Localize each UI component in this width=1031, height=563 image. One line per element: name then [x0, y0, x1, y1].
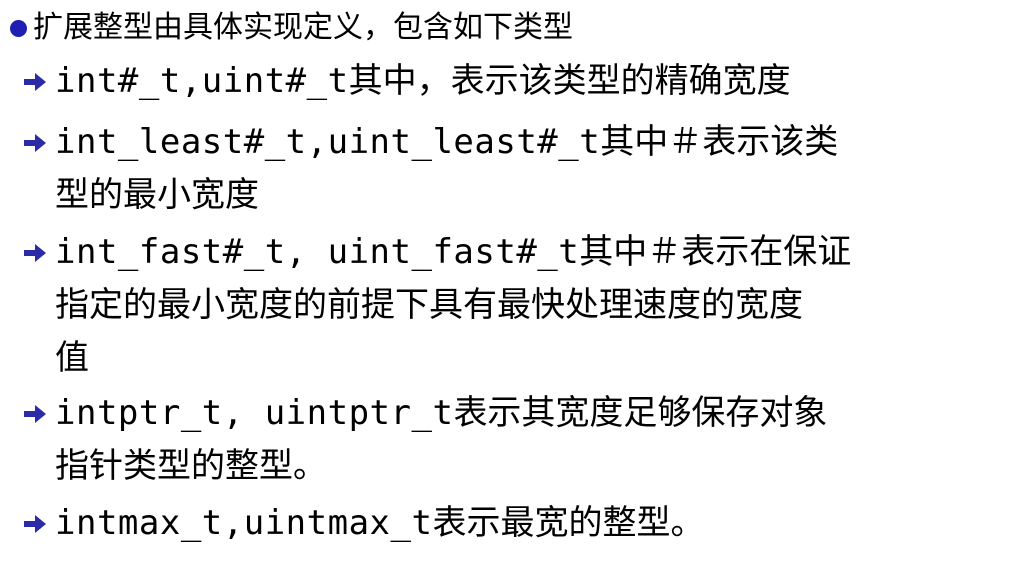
item-code: int_fast#_t, uint_fast#_t: [55, 232, 580, 272]
item-text: 其中，表示该类型的精确宽度: [348, 61, 791, 101]
item-text: 指定的最小宽度的前提下具有最快处理速度的宽度: [55, 285, 803, 325]
item-line: int_least#_t,uint_least#_t 其中＃表示该类: [22, 116, 997, 169]
item-code: int_least#_t,uint_least#_t: [55, 122, 601, 162]
item-line-continued: 型的最小宽度: [22, 169, 997, 222]
item-code: int#_t,uint#_t: [55, 61, 349, 101]
heading-text: 扩展整型由具体实现定义，包含如下类型: [33, 10, 573, 45]
item-line-continued: 指定的最小宽度的前提下具有最快处理速度的宽度: [22, 279, 997, 332]
item-code: intmax_t,uintmax_t: [55, 503, 433, 543]
item-line-continued: 指针类型的整型。: [22, 440, 997, 493]
slide: 扩展整型由具体实现定义，包含如下类型 int#_t,uint#_t 其中，表示该…: [0, 0, 1031, 563]
item-line: intmax_t,uintmax_t 表示最宽的整型。: [22, 497, 997, 550]
item-text: 值: [55, 338, 89, 378]
bullet-dot-icon: [10, 19, 27, 37]
item-text: 表示其宽度足够保存对象: [453, 393, 828, 433]
list-item: int_least#_t,uint_least#_t 其中＃表示该类 型的最小宽…: [22, 116, 997, 222]
item-text: 其中＃表示在保证: [579, 232, 852, 272]
item-text: 指针类型的整型。: [55, 446, 327, 486]
list-item: int#_t,uint#_t 其中，表示该类型的精确宽度: [22, 55, 997, 108]
right-arrow-icon: [22, 69, 48, 95]
item-text: 型的最小宽度: [55, 175, 259, 215]
right-arrow-icon: [22, 240, 48, 266]
item-line: int_fast#_t, uint_fast#_t 其中＃表示在保证: [22, 226, 997, 279]
right-arrow-icon: [22, 511, 48, 537]
item-text: 其中＃表示该类: [600, 122, 839, 162]
item-line: intptr_t, uintptr_t 表示其宽度足够保存对象: [22, 387, 997, 440]
item-text: 表示最宽的整型。: [432, 503, 705, 543]
heading: 扩展整型由具体实现定义，包含如下类型: [10, 6, 1010, 50]
list-item: int_fast#_t, uint_fast#_t 其中＃表示在保证 指定的最小…: [22, 226, 997, 385]
right-arrow-icon: [22, 130, 48, 156]
list-item: intmax_t,uintmax_t 表示最宽的整型。: [22, 497, 997, 550]
item-code: intptr_t, uintptr_t: [55, 393, 454, 433]
list-item: intptr_t, uintptr_t 表示其宽度足够保存对象 指针类型的整型。: [22, 387, 997, 493]
item-line: int#_t,uint#_t 其中，表示该类型的精确宽度: [22, 55, 997, 108]
right-arrow-icon: [22, 401, 48, 427]
item-line-continued: 值: [22, 332, 997, 385]
